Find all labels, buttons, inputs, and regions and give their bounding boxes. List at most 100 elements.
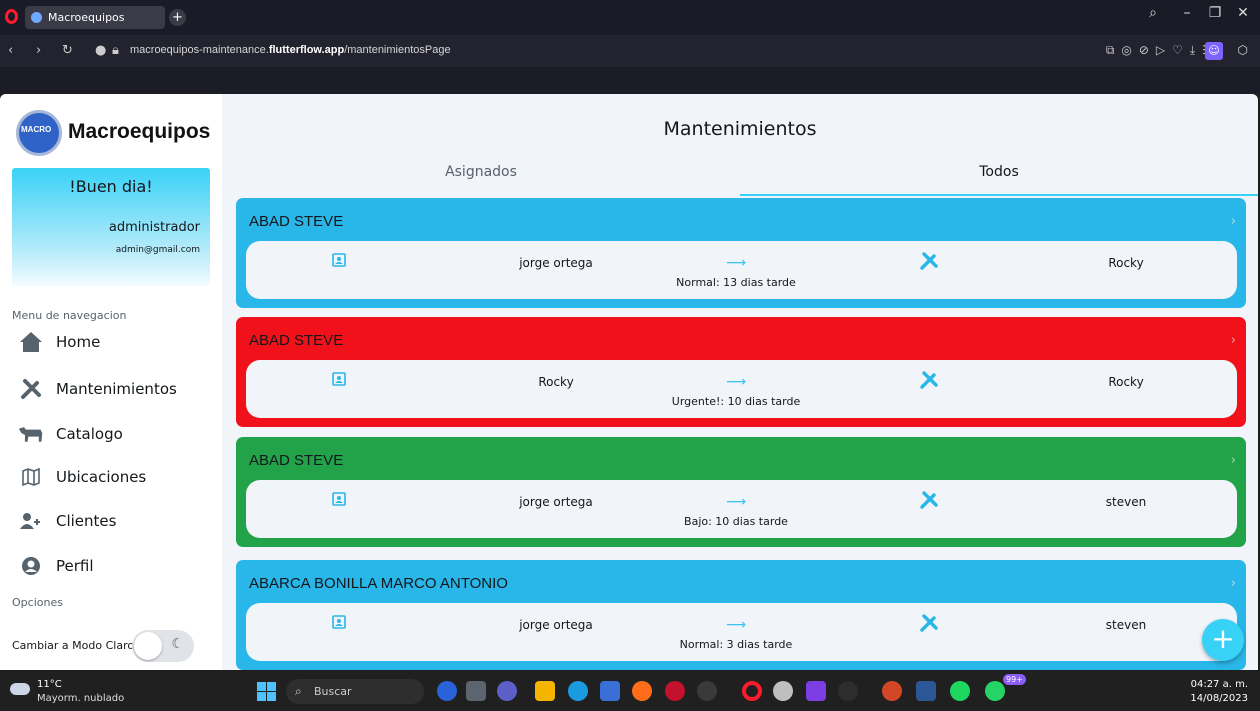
bing-icon[interactable] <box>437 681 457 701</box>
sidebar-item-catalogo[interactable]: Catalogo <box>18 420 123 448</box>
opera-icon[interactable] <box>742 681 762 701</box>
app-icon[interactable] <box>773 681 793 701</box>
tools-icon <box>920 491 938 509</box>
forward-button[interactable]: › <box>36 43 41 58</box>
add-maintenance-button[interactable]: + <box>1202 619 1244 661</box>
reload-button[interactable]: ↻ <box>62 43 73 58</box>
sidebar-item-perfil[interactable]: Perfil <box>18 552 94 580</box>
sidebar-item-home[interactable]: Home <box>18 328 100 356</box>
taskbar: 11°C Mayorm. nublado ⌕ Buscar 99+ 04:27 … <box>0 671 1260 711</box>
app-icon[interactable] <box>697 681 717 701</box>
clock-date[interactable]: 14/08/2023 <box>1190 693 1248 704</box>
maintenance-card[interactable]: ABAD STEVE › Rocky ⟶ Urgente!: 10 dias t… <box>236 317 1246 427</box>
app-window: MACRO Macroequipos !Buen dia! administra… <box>0 94 1258 670</box>
lock-icon[interactable]: 🔒︎ <box>112 43 119 58</box>
main-content: Mantenimientos Asignados Todos ABAD STEV… <box>222 94 1258 670</box>
status-text: Normal: 13 dias tarde <box>676 276 796 289</box>
weather-temp: 11°C <box>37 679 62 690</box>
sidebar-item-label: Ubicaciones <box>56 468 147 486</box>
task-view-icon[interactable] <box>466 681 486 701</box>
equipment-name: Rocky <box>1108 375 1144 389</box>
maintenance-card[interactable]: ABAD STEVE › jorge ortega ⟶ Normal: 13 d… <box>236 198 1246 308</box>
extensions-icon[interactable]: ⬡ <box>1238 43 1248 57</box>
browser-tab[interactable]: Macroequipos <box>25 6 165 29</box>
maximize-button[interactable]: ❐ <box>1204 5 1226 21</box>
back-button[interactable]: ‹ <box>8 43 13 58</box>
theme-toggle[interactable]: ☾ <box>132 630 194 662</box>
greeting: !Buen dia! <box>69 177 153 196</box>
client-name: ABAD STEVE <box>249 332 344 349</box>
user-card: !Buen dia! administrador admin@gmail.com <box>12 168 210 286</box>
tab-todos[interactable]: Todos <box>740 164 1258 196</box>
client-name: ABAD STEVE <box>249 213 344 230</box>
search-tabs-icon[interactable]: ⌕ <box>1142 5 1164 21</box>
word-icon[interactable] <box>916 681 936 701</box>
status-text: Normal: 3 dias tarde <box>679 638 793 651</box>
start-button[interactable] <box>257 682 276 701</box>
search-icon: ⌕ <box>295 684 302 698</box>
address-bar: ‹ › ↻ ● 🔒︎ macroequipos-maintenance.flut… <box>0 35 1260 67</box>
taskbar-search[interactable]: ⌕ Buscar <box>286 679 424 704</box>
firefox-icon[interactable] <box>632 681 652 701</box>
edge-icon[interactable] <box>568 681 588 701</box>
card-details: jorge ortega ⟶ Normal: 3 dias tarde stev… <box>246 603 1237 661</box>
card-details: Rocky ⟶ Urgente!: 10 dias tarde Rocky <box>246 360 1237 418</box>
close-window-button[interactable]: ✕ <box>1232 5 1254 21</box>
sidebar-item-label: Perfil <box>56 557 94 575</box>
toolbar-icons[interactable]: ⧉◎⊘▷♡⤓☰ <box>1106 43 1220 58</box>
client-name: ABAD STEVE <box>249 452 344 469</box>
app-icon[interactable] <box>838 681 858 701</box>
technician-name: jorge ortega <box>519 495 593 509</box>
technician-name: jorge ortega <box>519 618 593 632</box>
teams-icon[interactable] <box>497 681 517 701</box>
browser-tab-bar: Macroequipos + ⌕ – ❐ ✕ <box>0 0 1260 35</box>
brand-name: Macroequipos <box>68 120 211 143</box>
map-icon <box>18 465 44 489</box>
profile-icon[interactable]: ☺ <box>1205 42 1223 60</box>
spotify-icon[interactable] <box>950 681 970 701</box>
globe-icon <box>31 12 42 23</box>
tab-asignados[interactable]: Asignados <box>222 164 740 196</box>
notification-badge: 99+ <box>1003 674 1026 685</box>
clock-time[interactable]: 04:27 a. m. <box>1191 679 1248 690</box>
opera-logo-icon[interactable] <box>5 9 18 24</box>
sidebar-item-clientes[interactable]: Clientes <box>18 507 116 535</box>
sidebar-item-mantenimientos[interactable]: Mantenimientos <box>18 375 177 403</box>
file-explorer-icon[interactable] <box>535 681 555 701</box>
assignment-icon <box>332 492 346 506</box>
card-details: jorge ortega ⟶ Bajo: 10 dias tarde steve… <box>246 480 1237 538</box>
chevron-right-icon: › <box>1230 214 1236 229</box>
maintenance-card[interactable]: ABAD STEVE › jorge ortega ⟶ Bajo: 10 dia… <box>236 437 1246 547</box>
sidebar-item-ubicaciones[interactable]: Ubicaciones <box>18 463 146 491</box>
arrow-right-icon: ⟶ <box>726 617 747 633</box>
technician-name: jorge ortega <box>519 256 593 270</box>
cloud-icon[interactable] <box>10 683 30 695</box>
tools-icon <box>920 371 938 389</box>
options-title: Opciones <box>12 596 63 609</box>
maintenance-card[interactable]: ABARCA BONILLA MARCO ANTONIO › jorge ort… <box>236 560 1246 670</box>
store-icon[interactable] <box>600 681 620 701</box>
app-icon[interactable] <box>665 681 685 701</box>
home-icon <box>18 330 44 354</box>
menu-title: Menu de navegacion <box>12 309 127 322</box>
client-name: ABARCA BONILLA MARCO ANTONIO <box>249 575 508 592</box>
app-icon[interactable] <box>806 681 826 701</box>
technician-name: Rocky <box>538 375 574 389</box>
equipment-name: steven <box>1105 618 1147 632</box>
tab-title: Macroequipos <box>48 11 125 24</box>
url-field[interactable]: macroequipos-maintenance.flutterflow.app… <box>130 44 451 56</box>
status-text: Bajo: 10 dias tarde <box>684 515 788 528</box>
tools-icon <box>18 377 44 401</box>
logo: MACRO <box>16 110 62 156</box>
card-details: jorge ortega ⟶ Normal: 13 dias tarde Roc… <box>246 241 1237 299</box>
vpn-icon[interactable]: ● <box>95 43 106 58</box>
search-placeholder: Buscar <box>314 685 352 698</box>
chevron-right-icon: › <box>1230 453 1236 468</box>
minimize-button[interactable]: – <box>1176 5 1198 21</box>
new-tab-button[interactable]: + <box>169 9 186 26</box>
profile-icon <box>18 554 44 578</box>
weather-desc: Mayorm. nublado <box>37 693 125 704</box>
powerpoint-icon[interactable] <box>882 681 902 701</box>
whatsapp-icon[interactable] <box>985 681 1005 701</box>
user-email: admin@gmail.com <box>115 245 200 255</box>
